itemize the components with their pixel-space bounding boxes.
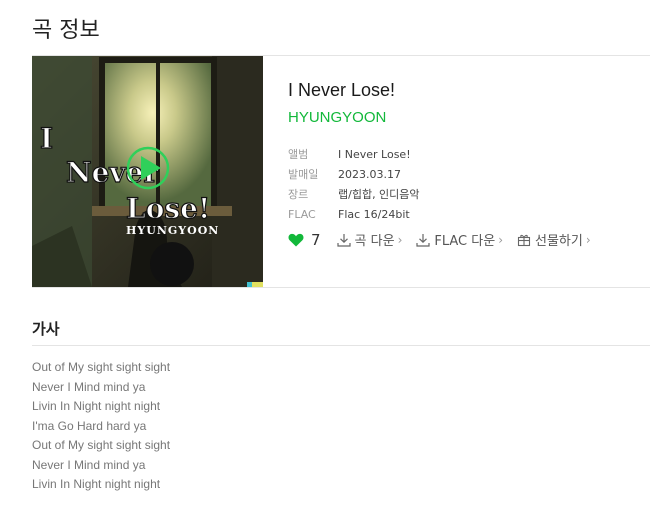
album-cover-art: I Never Lose! HYUNGYOON [32, 56, 263, 287]
meta-value-flac: Flac 16/24bit [338, 207, 410, 221]
lyric-line: I'ma Go Hard hard ya [32, 418, 147, 433]
lyrics-section-title: 가사 [32, 320, 60, 338]
meta-label: 발매일 [288, 168, 319, 181]
lyric-line: Never I Mind mind ya [32, 379, 146, 394]
lyric-line: Livin In Night night night [32, 477, 161, 491]
gift-icon [517, 234, 531, 246]
info-divider [32, 287, 650, 288]
meta-value-release-date: 2023.03.17 [338, 167, 401, 181]
chevron-right-icon: › [585, 232, 591, 247]
like-count: 7 [311, 230, 321, 249]
cover-text-artist: HYUNGYOON [126, 224, 219, 237]
download-song-button[interactable]: 곡 다운 › [336, 230, 403, 249]
like-button[interactable]: 7 [288, 231, 321, 249]
gift-button[interactable]: 선물하기 › [517, 230, 591, 249]
lyric-line: Livin In Night night night [32, 399, 161, 413]
lyrics-divider [32, 345, 650, 346]
meta-label: 앨범 [288, 148, 309, 161]
gift-label: 선물하기 [535, 234, 583, 249]
meta-value-album[interactable]: I Never Lose! [338, 148, 411, 161]
download-flac-label: FLAC 다운 [434, 234, 496, 249]
meta-row-album: 앨범 I Never Lose! [288, 144, 420, 164]
download-icon [416, 233, 430, 247]
song-title: I Never Lose! [288, 80, 396, 100]
artist-link[interactable]: HYUNGYOON [288, 109, 648, 126]
meta-value-genre: 랩/힙합, 인디음악 [338, 188, 420, 201]
song-meta-list: 앨범 I Never Lose! 발매일 2023.03.17 장르 랩/힙합,… [288, 144, 420, 224]
lyrics-body: Out of My sight sight sight Never I Mind… [32, 358, 170, 495]
meta-label: FLAC [288, 207, 316, 221]
meta-row-genre: 장르 랩/힙합, 인디음악 [288, 184, 420, 204]
album-cover[interactable]: I Never Lose! HYUNGYOON [32, 56, 263, 287]
cover-text-lose: Lose! [126, 192, 210, 225]
lyric-line: Out of My sight sight sight [32, 438, 171, 452]
heart-icon [288, 233, 304, 246]
download-flac-button[interactable]: FLAC 다운 › [416, 230, 503, 249]
meta-row-flac: FLAC Flac 16/24bit [288, 204, 420, 224]
meta-row-release-date: 발매일 2023.03.17 [288, 164, 420, 184]
lyric-line: Out of My sight sight sight [32, 360, 171, 374]
chevron-right-icon: › [498, 232, 504, 247]
download-icon [336, 233, 351, 247]
action-bar: 7 곡 다운 › FLAC 다운 › 선물하기 › [288, 230, 605, 249]
page-title: 곡 정보 [32, 18, 100, 43]
download-song-label: 곡 다운 [354, 234, 395, 249]
meta-label: 장르 [288, 188, 309, 201]
lyric-line: Never I Mind mind ya [32, 457, 146, 472]
chevron-right-icon: › [397, 232, 403, 247]
cover-text-i: I [40, 122, 53, 155]
